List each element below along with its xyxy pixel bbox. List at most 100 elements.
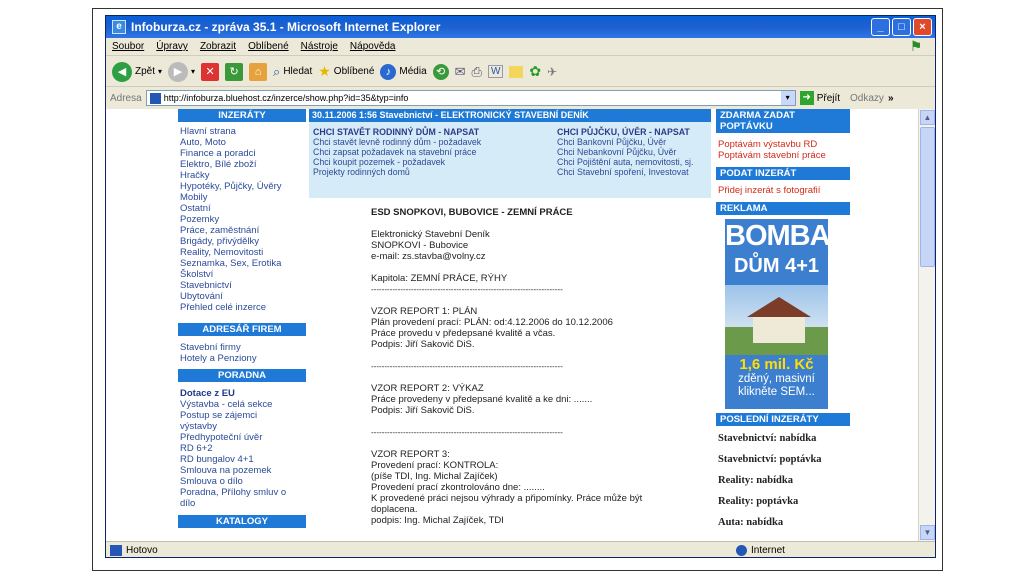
poradna-header: PORADNA: [178, 369, 306, 382]
nav-link[interactable]: Elektro, Bílé zboží: [180, 159, 304, 170]
right-sidebar: ZDARMA ZADAT POPTÁVKU Poptávám výstavbu …: [716, 109, 850, 533]
nav-link[interactable]: Přehled celé inzerce: [180, 302, 304, 313]
nav-link[interactable]: Stavební firmy: [180, 342, 304, 353]
latest-ad-link[interactable]: Stavebnictví: poptávka: [716, 449, 850, 470]
nav-link[interactable]: Hlavní strana: [180, 126, 304, 137]
stop-icon[interactable]: ✕: [201, 62, 220, 81]
quick-link[interactable]: Chci koupit pozemek - požadavek: [313, 157, 481, 167]
nav-link[interactable]: Školství: [180, 269, 304, 280]
messenger-icon[interactable]: ✿: [529, 63, 541, 80]
nav-link[interactable]: výstavby: [180, 421, 304, 432]
favorites-button[interactable]: ★ Oblíbené: [318, 63, 374, 80]
menu-bar: Soubor Úpravy Zobrazit Oblíbené Nástroje…: [106, 38, 935, 56]
article-line: [371, 438, 661, 449]
adresar-list: Stavební firmy Hotely a Penziony: [178, 336, 306, 368]
window-controls: _ □ ×: [871, 18, 932, 36]
scroll-up-icon[interactable]: ▲: [920, 110, 935, 125]
menu-upravy[interactable]: Úpravy: [156, 41, 188, 52]
nav-link[interactable]: Poradna, Přílohy smluv o: [180, 487, 304, 498]
latest-ad-link[interactable]: Stavebnictví: nabídka: [716, 428, 850, 449]
menu-oblibene[interactable]: Oblíbené: [248, 41, 289, 52]
advert-line2: DŮM 4+1: [733, 255, 820, 277]
menu-soubor[interactable]: Soubor: [112, 41, 144, 52]
search-label: Hledat: [283, 66, 313, 77]
links-col-title[interactable]: CHCI PŮJČKU, ÚVĚR - NAPSAT: [557, 127, 693, 137]
nav-link[interactable]: Finance a poradci: [180, 148, 304, 159]
page-icon: [149, 92, 161, 104]
history-icon[interactable]: ⟲: [432, 63, 449, 80]
nav-link[interactable]: dílo: [180, 498, 304, 509]
forward-button[interactable]: ▶ ▾: [168, 61, 195, 82]
vertical-scrollbar[interactable]: ▲ ▼: [918, 109, 935, 541]
latest-ad-link[interactable]: Reality: nabídka: [716, 470, 850, 491]
address-input[interactable]: http://infoburza.bluehost.cz/inzerce/sho…: [145, 90, 796, 106]
discuss-icon[interactable]: ✈: [547, 65, 557, 79]
home-icon[interactable]: ⌂: [249, 62, 268, 81]
nav-link[interactable]: RD bungalov 4+1: [180, 454, 304, 465]
close-button[interactable]: ×: [913, 18, 932, 36]
nav-link[interactable]: Mobily: [180, 192, 304, 203]
nav-link[interactable]: RD 6+2: [180, 443, 304, 454]
refresh-icon[interactable]: ↻: [225, 62, 244, 81]
nav-link[interactable]: Ostatní: [180, 203, 304, 214]
windows-logo-icon: ⚑: [909, 38, 923, 54]
nav-link[interactable]: Postup se zájemci: [180, 410, 304, 421]
mail-icon[interactable]: ✉: [455, 64, 466, 80]
menu-zobrazit[interactable]: Zobrazit: [200, 41, 236, 52]
nav-link[interactable]: Smlouva o dílo: [180, 476, 304, 487]
quick-link[interactable]: Projekty rodinných domů: [313, 167, 481, 177]
nav-link[interactable]: Hračky: [180, 170, 304, 181]
add-ad-link[interactable]: Přidej inzerát s fotografií: [716, 180, 850, 196]
media-button[interactable]: ♪ Média: [380, 63, 427, 80]
nav-link[interactable]: Práce, zaměstnání: [180, 225, 304, 236]
latest-ad-link[interactable]: Auta: nabídka: [716, 512, 850, 533]
nav-link[interactable]: Hypotéky, Půjčky, Úvěry: [180, 181, 304, 192]
nav-link[interactable]: Auto, Moto: [180, 137, 304, 148]
zdarma-header: ZDARMA ZADAT POPTÁVKU: [716, 109, 850, 133]
nav-link[interactable]: Seznamka, Sex, Erotika: [180, 258, 304, 269]
nav-link[interactable]: Předhypoteční úvěr: [180, 432, 304, 443]
quick-link[interactable]: Chci zapsat požadavek na stavební práce: [313, 147, 481, 157]
folder-icon[interactable]: [509, 65, 524, 78]
forward-arrow-icon: ▶: [168, 61, 189, 82]
nav-link[interactable]: Smlouva na pozemek: [180, 465, 304, 476]
status-bar: Hotovo Internet: [106, 541, 935, 557]
nav-link[interactable]: Pozemky: [180, 214, 304, 225]
quick-link[interactable]: Chci Pojištění auta, nemovitosti, sj.: [557, 157, 693, 167]
nav-link[interactable]: Dotace z EU: [180, 388, 304, 399]
quick-link[interactable]: Chci Nebankovní Půjčku, Úvěr: [557, 147, 693, 157]
nav-link[interactable]: Brigády, přivýdělky: [180, 236, 304, 247]
minimize-button[interactable]: _: [871, 18, 890, 36]
nav-link[interactable]: Stavebnictví: [180, 280, 304, 291]
nav-link[interactable]: Ubytování: [180, 291, 304, 302]
links-label[interactable]: Odkazy: [850, 93, 884, 104]
poptavka-link[interactable]: Poptávám výstavbu RD: [716, 139, 850, 150]
links-col-title[interactable]: CHCI STAVĚT RODINNÝ DŮM - NAPSAT: [313, 127, 481, 137]
article-line: Provedení prací zkontrolováno dne: .....…: [371, 482, 545, 493]
advert-banner[interactable]: BOMBA DŮM 4+1 1,6 mil. Kč zděný, masivní…: [725, 219, 828, 409]
go-button[interactable]: ➜ Přejít: [799, 91, 840, 105]
search-button[interactable]: ⌕ Hledat: [273, 64, 312, 80]
article-line: podpis: Ing. Michal Zajíček, TDI: [371, 515, 504, 526]
back-button[interactable]: ◀ Zpět ▾: [112, 61, 162, 82]
scroll-thumb[interactable]: [920, 127, 935, 267]
window-title: Infoburza.cz - zpráva 35.1 - Microsoft I…: [131, 20, 441, 34]
menu-nastroje[interactable]: Nástroje: [301, 41, 338, 52]
print-icon[interactable]: ⎙: [472, 64, 482, 80]
nav-link[interactable]: Výstavba - celá sekce: [180, 399, 304, 410]
article-line: ----------------------------------------…: [371, 362, 563, 371]
maximize-button[interactable]: □: [892, 18, 911, 36]
article-line: SNOPKOVI - Bubovice: [371, 240, 469, 251]
nav-link[interactable]: Hotely a Penziony: [180, 353, 304, 364]
quick-link[interactable]: Chci Stavební spoření, Investovat: [557, 167, 693, 177]
nav-link[interactable]: Reality, Nemovitosti: [180, 247, 304, 258]
latest-ad-link[interactable]: Reality: poptávka: [716, 491, 850, 512]
quick-link[interactable]: Chci Bankovní Půjčku, Úvěr: [557, 137, 693, 147]
scroll-down-icon[interactable]: ▼: [920, 525, 935, 540]
address-dropdown-icon[interactable]: ▾: [780, 91, 795, 105]
menu-napoveda[interactable]: Nápověda: [350, 41, 396, 52]
article-lines: Elektronický Stavební Deník SNOPKOVI - Bu…: [371, 218, 661, 526]
quick-link[interactable]: Chci stavět levně rodinný dům - požadave…: [313, 137, 481, 147]
word-icon[interactable]: W: [487, 65, 504, 78]
poptavka-link[interactable]: Poptávám stavební práce: [716, 150, 850, 161]
